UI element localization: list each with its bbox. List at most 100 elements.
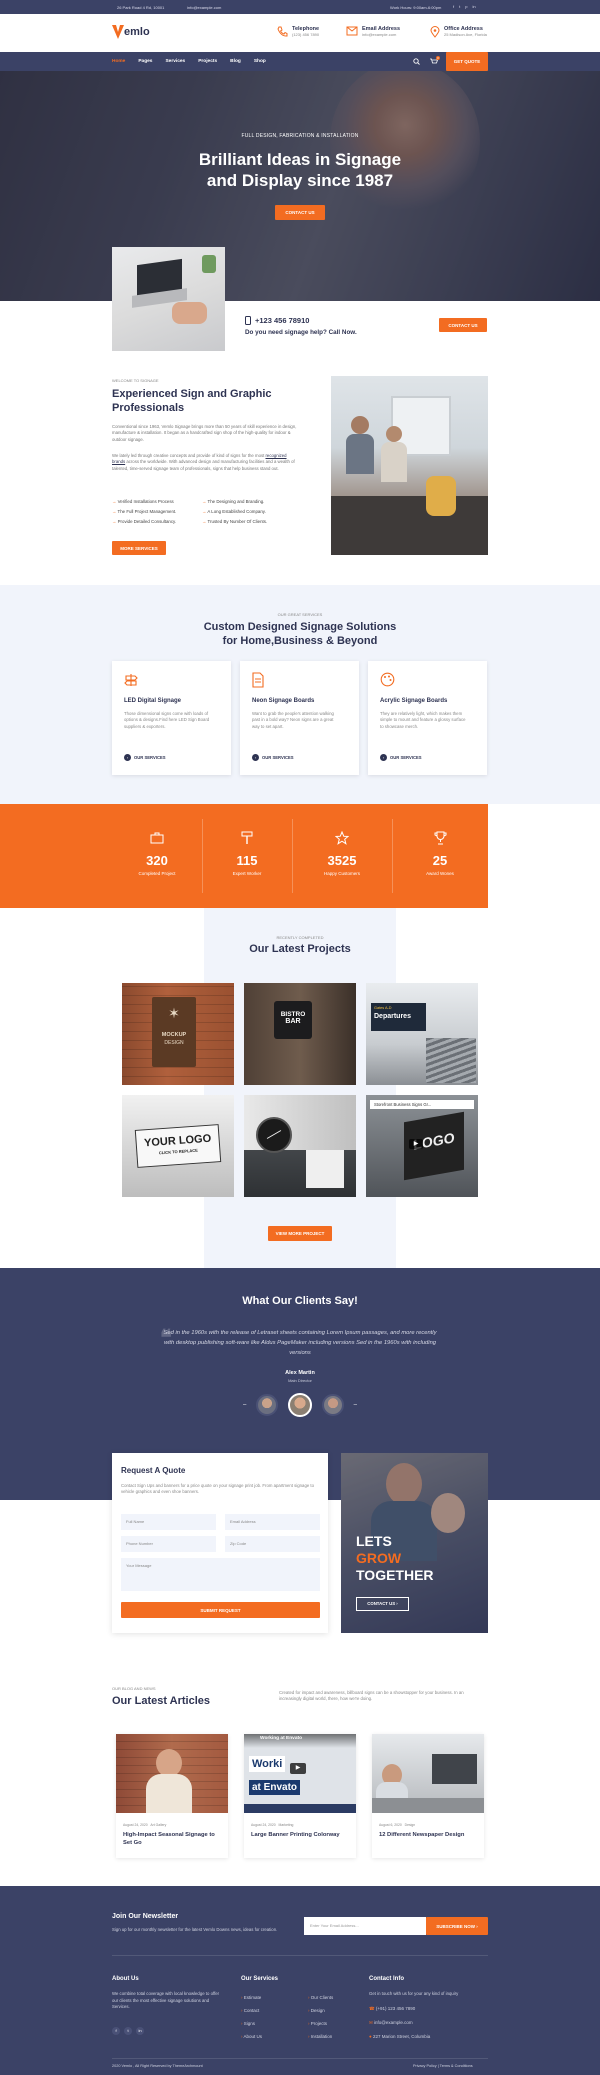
play-icon[interactable]: ▶ xyxy=(290,1763,306,1774)
trophy-icon xyxy=(434,831,446,845)
footer-link[interactable]: › Signs xyxy=(241,2017,262,2030)
footer-link[interactable]: › Contact xyxy=(241,2004,262,2017)
twitter-icon[interactable]: t xyxy=(124,2027,132,2035)
about-paragraph-1: Conventional since 1963, Vemlo Signage b… xyxy=(112,424,297,442)
message-field[interactable]: Your Message xyxy=(121,1558,320,1591)
service-card-neon[interactable]: Neon Signage Boards Want to grab the peo… xyxy=(240,661,359,775)
header-email: Email Address info@example.com xyxy=(346,26,400,37)
office-team-image xyxy=(331,376,488,555)
map-pin-icon xyxy=(430,26,440,38)
full-name-field[interactable]: Full Name xyxy=(121,1514,216,1530)
prev-arrow[interactable]: – xyxy=(243,1402,246,1408)
projects-eyebrow: RECENTLY COMPLETED xyxy=(276,935,324,940)
topbar-hours: Work Hours: 9:00am-6:00pm xyxy=(390,5,442,10)
article-video[interactable]: Working at Envato Worki at Envato ▶ xyxy=(244,1734,356,1813)
subscribe-button[interactable]: SUBSCRIBE NOW › xyxy=(426,1917,488,1935)
nav-projects[interactable]: Projects xyxy=(198,59,217,64)
article-card[interactable]: August 24, 2020 Art Gallery High-Impact … xyxy=(116,1734,228,1858)
zip-field[interactable]: Zip Code xyxy=(225,1536,320,1552)
submit-request-button[interactable]: SUBMIT REQUEST xyxy=(121,1602,320,1618)
testimonial-quote: Sed in the 1960s with the release of Let… xyxy=(163,1330,437,1356)
email-field[interactable]: Email Address xyxy=(225,1514,320,1530)
top-bar: 26 Park Road 4 Rd, 10001 info@example.co… xyxy=(0,0,600,14)
callbar-contact-button[interactable]: CONTACT US xyxy=(439,318,487,332)
project-tile-mockup[interactable]: ✶ MOCKUP DESIGN xyxy=(122,983,234,1085)
footer-contact-text: Get in touch with us for your any kind o… xyxy=(369,1991,459,1996)
project-tile-your-logo[interactable]: YOUR LOGO CLICK TO REPLACE xyxy=(122,1095,234,1197)
testimonial-title: What Our Clients Say! xyxy=(242,1295,358,1307)
avatar[interactable] xyxy=(256,1394,279,1416)
articles-title: Our Latest Articles xyxy=(112,1695,211,1707)
footer-contact-title: Contact Info xyxy=(369,1976,404,1982)
nav-blog[interactable]: Blog xyxy=(230,59,241,64)
footer-link[interactable]: › Projects xyxy=(308,2017,333,2030)
paint-roller-icon xyxy=(241,831,253,844)
view-more-project-button[interactable]: VIEW MORE PROJECT xyxy=(268,1226,332,1241)
play-icon[interactable]: ▶ xyxy=(409,1139,423,1149)
hero-eyebrow: FULL DESIGN, FABRICATION & INSTALLATION xyxy=(241,133,359,139)
hero-contact-button[interactable]: CONTACT US xyxy=(275,205,325,220)
pinterest-icon[interactable]: p xyxy=(465,4,467,9)
article-image xyxy=(372,1734,484,1813)
topbar-address: 26 Park Road 4 Rd, 10001 xyxy=(117,5,165,10)
privacy-policy-link[interactable]: Privacy Policy xyxy=(413,2064,437,2068)
palette-icon xyxy=(380,672,395,687)
project-tile-departures[interactable]: Gates A-D Departures xyxy=(366,983,478,1085)
article-card[interactable]: Working at Envato Worki at Envato ▶ Augu… xyxy=(244,1734,356,1858)
get-quote-button[interactable]: GET QUOTE xyxy=(446,52,488,71)
article-card[interactable]: August 6, 2020 Design 12 Different Newsp… xyxy=(372,1734,484,1858)
article-meta: August 6, 2020 Design xyxy=(379,1823,416,1827)
main-nav: Home Pages Services Projects Blog Shop 0… xyxy=(0,52,600,71)
next-arrow[interactable]: – xyxy=(354,1402,357,1408)
laptop-image xyxy=(112,247,225,351)
service-link[interactable]: › OUR SERVICES xyxy=(252,754,294,761)
newsletter-email-input[interactable]: Enter Your Email Address... xyxy=(304,1917,426,1935)
project-tile-storefront[interactable]: Storefront Business Signs Gr... LOGO ▶ xyxy=(366,1095,478,1197)
social-links: f t p in xyxy=(453,4,476,9)
check-item: → Trusted By Number Of Clients. xyxy=(202,519,268,524)
article-title[interactable]: High-Impact Seasonal Signage to Set Go xyxy=(123,1832,221,1847)
article-title[interactable]: 12 Different Newspaper Design xyxy=(379,1832,477,1840)
service-card-acrylic[interactable]: Acrylic Signage Boards They are relative… xyxy=(368,661,487,775)
promo-contact-button[interactable]: CONTACT US › xyxy=(356,1597,409,1611)
logo[interactable]: emlo xyxy=(112,25,150,39)
footer-contact-email[interactable]: ✉ info@example.com xyxy=(369,2020,413,2026)
nav-services[interactable]: Services xyxy=(165,59,185,64)
footer-link[interactable]: › Our Clients xyxy=(308,1991,333,2004)
footer-link[interactable]: › Estimate xyxy=(241,1991,262,2004)
stat-customers: 3525 Happy Customers xyxy=(292,804,392,908)
more-services-button[interactable]: MORE SERVICES xyxy=(112,541,166,555)
service-text: They are relatively light, which makes t… xyxy=(380,711,466,729)
footer-link[interactable]: › About Us xyxy=(241,2030,262,2043)
project-tile-round-sign[interactable] xyxy=(244,1095,356,1197)
footer-link[interactable]: › Design xyxy=(308,2004,333,2017)
avatar[interactable] xyxy=(321,1394,344,1416)
search-icon[interactable] xyxy=(413,58,420,65)
linkedin-icon[interactable]: in xyxy=(472,4,475,9)
footer-services-col2: › Our Clients › Design › Projects › Inst… xyxy=(308,1991,333,2043)
nav-shop[interactable]: Shop xyxy=(254,59,266,64)
facebook-icon[interactable]: f xyxy=(112,2027,120,2035)
project-tile-bistro[interactable]: BISTRO BAR xyxy=(244,983,356,1085)
newsletter-text: Sign up for our monthly newsletter for t… xyxy=(112,1927,278,1932)
phone-field[interactable]: Phone Number xyxy=(121,1536,216,1552)
footer-link[interactable]: › Installation xyxy=(308,2030,333,2043)
article-meta: August 24, 2020 Marketing xyxy=(251,1823,294,1827)
service-card-led[interactable]: LED Digital Signage Those dimensional si… xyxy=(112,661,231,775)
quote-title: Request A Quote xyxy=(121,1466,186,1475)
twitter-icon[interactable]: t xyxy=(459,4,460,9)
document-icon xyxy=(252,672,264,688)
nav-pages[interactable]: Pages xyxy=(138,59,152,64)
header-telephone: Telephone (123) 456 7890 xyxy=(277,26,319,37)
avatar[interactable] xyxy=(288,1393,312,1417)
service-link[interactable]: › OUR SERVICES xyxy=(124,754,166,761)
article-title[interactable]: Large Banner Printing Colorway xyxy=(251,1832,349,1840)
footer-legal-links: Privacy Policy | Terms & Conditions xyxy=(413,2064,473,2068)
topbar-email[interactable]: info@example.com xyxy=(187,5,221,10)
facebook-icon[interactable]: f xyxy=(453,4,454,9)
service-link[interactable]: › OUR SERVICES xyxy=(380,754,422,761)
linkedin-icon[interactable]: in xyxy=(136,2027,144,2035)
terms-link[interactable]: Terms & Conditions xyxy=(440,2064,473,2068)
services-title: Custom Designed Signage Solutions for Hom… xyxy=(203,621,397,647)
nav-home[interactable]: Home xyxy=(112,59,125,64)
